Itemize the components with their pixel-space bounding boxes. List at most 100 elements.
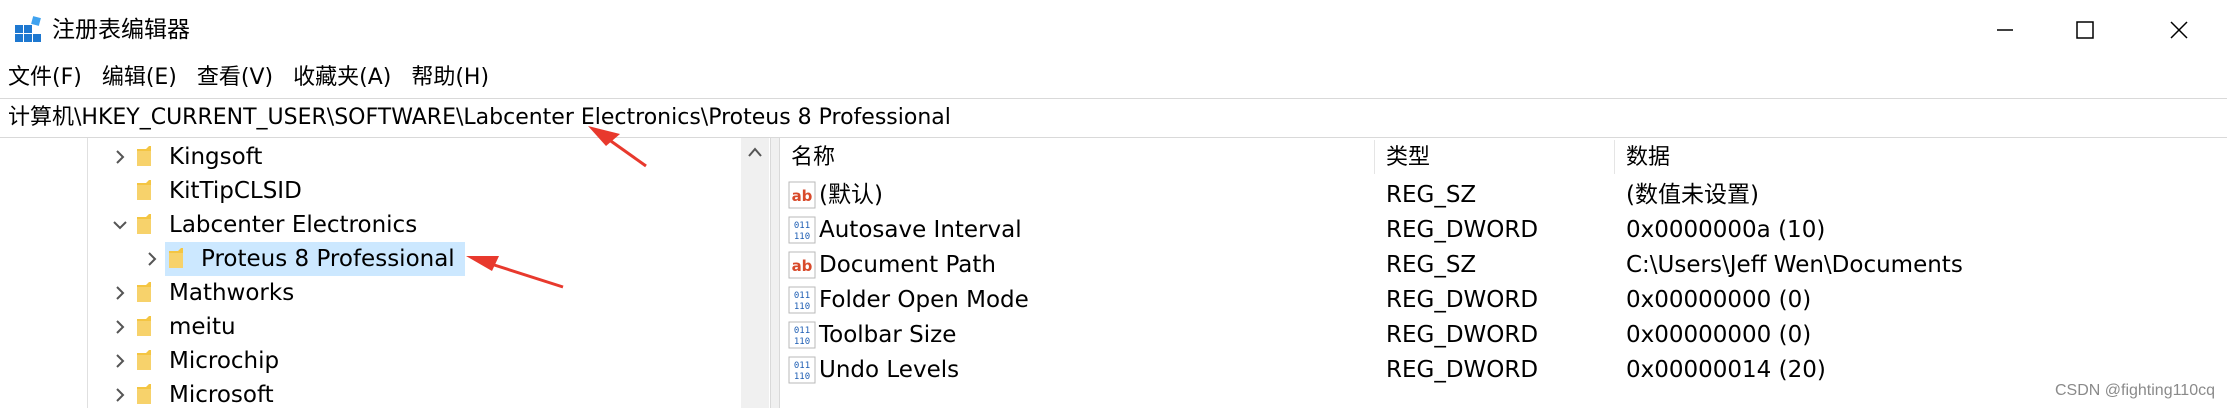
chevron-down-icon[interactable] xyxy=(107,208,133,242)
chevron-right-icon[interactable] xyxy=(107,276,133,310)
minimize-icon xyxy=(1997,29,2013,31)
value-name: Toolbar Size xyxy=(819,322,957,348)
binary-value-icon: 011 110 xyxy=(788,286,816,314)
binary-value-icon: 011 110 xyxy=(788,216,816,244)
svg-text:ab: ab xyxy=(792,187,813,205)
registry-editor-icon xyxy=(15,16,41,42)
tree-item-label: Microchip xyxy=(169,348,280,374)
folder-icon xyxy=(133,140,155,174)
tree-item[interactable]: KitTipCLSID xyxy=(107,174,306,208)
chevron-right-icon[interactable] xyxy=(139,242,165,276)
value-name: Document Path xyxy=(819,252,996,278)
value-data: 0x00000000 (0) xyxy=(1626,322,1812,348)
close-icon xyxy=(2170,21,2188,39)
chevron-right-icon[interactable] xyxy=(107,140,133,174)
folder-icon xyxy=(133,174,155,208)
menu-file[interactable]: 文件(F) xyxy=(0,62,94,94)
value-row[interactable]: 011 110 Toolbar Size REG_DWORD 0x00000000 (0… xyxy=(779,318,2227,353)
tree-item-label: Proteus 8 Professional xyxy=(201,246,455,272)
menu-view[interactable]: 查看(V) xyxy=(189,62,285,94)
tree-item-content[interactable]: KitTipCLSID xyxy=(133,174,306,208)
svg-text:011: 011 xyxy=(794,221,810,231)
svg-text:110: 110 xyxy=(794,232,810,242)
menu-help[interactable]: 帮助(H) xyxy=(403,62,501,94)
folder-icon xyxy=(133,378,155,408)
column-separator[interactable] xyxy=(1614,140,1615,174)
tree-item-content[interactable]: Microsoft xyxy=(133,378,278,408)
value-name: Undo Levels xyxy=(819,357,960,383)
tree-item-label: Microsoft xyxy=(169,382,274,408)
tree-item-content[interactable]: Kingsoft xyxy=(133,140,266,174)
tree-item-label: KitTipCLSID xyxy=(169,178,302,204)
folder-icon xyxy=(133,344,155,378)
tree-item-content[interactable]: Proteus 8 Professional xyxy=(165,242,465,276)
tree-item[interactable]: Microsoft xyxy=(107,378,278,408)
address-bar[interactable]: 计算机\HKEY_CURRENT_USER\SOFTWARE\Labcenter… xyxy=(0,98,2227,138)
value-type: REG_DWORD xyxy=(1386,357,1539,383)
value-name: (默认) xyxy=(819,182,883,208)
maximize-icon xyxy=(2076,21,2094,39)
maximize-button[interactable] xyxy=(2040,0,2130,60)
tree-item[interactable]: Microchip xyxy=(107,344,283,378)
chevron-right-icon[interactable] xyxy=(107,344,133,378)
tree-item-label: Kingsoft xyxy=(169,144,263,170)
tree-item-content[interactable]: Labcenter Electronics xyxy=(133,208,421,242)
svg-text:110: 110 xyxy=(794,372,810,382)
column-separator[interactable] xyxy=(1374,140,1375,174)
svg-text:ab: ab xyxy=(792,257,813,275)
tree-item-content[interactable]: meitu xyxy=(133,310,240,344)
tree-item[interactable]: Labcenter Electronics xyxy=(107,208,421,242)
title-bar: 注册表编辑器 xyxy=(0,0,2227,60)
tree-item-content[interactable]: Microchip xyxy=(133,344,283,378)
svg-text:110: 110 xyxy=(794,302,810,312)
watermark: CSDN @fighting110cq xyxy=(2054,382,2215,399)
tree-item-label: Labcenter Electronics xyxy=(169,212,418,238)
value-data: 0x00000000 (0) xyxy=(1626,287,1812,313)
value-row[interactable]: 011 110 Undo Levels REG_DWORD 0x00000014 (20… xyxy=(779,353,2227,388)
menu-edit[interactable]: 编辑(E) xyxy=(94,62,189,94)
svg-text:011: 011 xyxy=(794,361,810,371)
tree-guide-line xyxy=(87,138,88,408)
value-name: Folder Open Mode xyxy=(819,287,1029,313)
tree-item-label: Mathworks xyxy=(169,280,295,306)
no-expander xyxy=(107,174,133,208)
binary-value-icon: 011 110 xyxy=(788,356,816,384)
binary-value-icon: 011 110 xyxy=(788,321,816,349)
close-button[interactable] xyxy=(2134,0,2224,60)
tree-scrollbar[interactable] xyxy=(741,138,769,408)
chevron-right-icon[interactable] xyxy=(107,378,133,408)
tree-item[interactable]: meitu xyxy=(107,310,240,344)
string-value-icon: ab xyxy=(788,181,816,209)
value-row[interactable]: 011 110 Autosave Interval REG_DWORD 0x000000… xyxy=(779,213,2227,248)
menu-bar: 文件(F) 编辑(E) 查看(V) 收藏夹(A) 帮助(H) xyxy=(0,62,501,94)
tree-item[interactable]: Kingsoft xyxy=(107,140,266,174)
folder-icon xyxy=(133,310,155,344)
folder-icon xyxy=(165,242,187,276)
string-value-icon: ab xyxy=(788,251,816,279)
address-path[interactable]: 计算机\HKEY_CURRENT_USER\SOFTWARE\Labcenter… xyxy=(8,99,951,137)
value-data: (数值未设置) xyxy=(1626,182,1759,208)
column-header-name[interactable]: 名称 xyxy=(791,142,835,174)
value-row[interactable]: 011 110 Folder Open Mode REG_DWORD 0x0000000… xyxy=(779,283,2227,318)
scroll-up-icon[interactable] xyxy=(747,146,763,158)
minimize-button[interactable] xyxy=(1960,0,2050,60)
tree-item[interactable]: Mathworks xyxy=(107,276,298,310)
column-header-data[interactable]: 数据 xyxy=(1626,142,1670,174)
svg-text:110: 110 xyxy=(794,337,810,347)
tree-item-label: meitu xyxy=(169,314,236,340)
menu-favorites[interactable]: 收藏夹(A) xyxy=(285,62,403,94)
value-data: C:\Users\Jeff Wen\Documents xyxy=(1626,252,1963,278)
value-data: 0x00000014 (20) xyxy=(1626,357,1826,383)
window-title: 注册表编辑器 xyxy=(52,17,190,43)
tree-item[interactable]: Proteus 8 Professional xyxy=(139,242,465,276)
column-header-type[interactable]: 类型 xyxy=(1386,142,1430,174)
folder-icon xyxy=(133,208,155,242)
value-type: REG_DWORD xyxy=(1386,287,1539,313)
value-row[interactable]: ab Document Path REG_SZ C:\Users\Jeff Wen\D… xyxy=(779,248,2227,283)
value-list: 名称 类型 数据 ab (默认) REG_SZ (数值未设置) 011 110 Autosa… xyxy=(779,138,2227,408)
chevron-right-icon[interactable] xyxy=(107,310,133,344)
value-row[interactable]: ab (默认) REG_SZ (数值未设置) xyxy=(779,178,2227,213)
svg-text:011: 011 xyxy=(794,291,810,301)
tree-item-content[interactable]: Mathworks xyxy=(133,276,298,310)
value-name: Autosave Interval xyxy=(819,217,1022,243)
